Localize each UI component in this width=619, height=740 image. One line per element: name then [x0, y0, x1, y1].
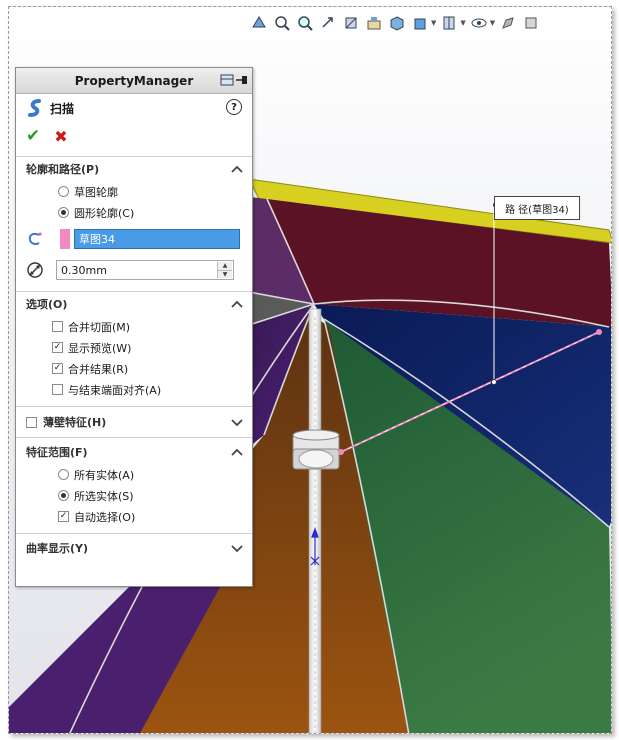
feature-header: 扫描 ?: [16, 94, 252, 122]
radio-button[interactable]: [58, 469, 69, 480]
thin-feature-section: 薄壁特征(H): [16, 406, 252, 437]
profile-path-section: 轮廓和路径(P) 草图轮廓 圆形轮廓(C) 草图34 0.30mm ▲ ▼: [16, 156, 252, 283]
zoom-area-icon[interactable]: [295, 13, 315, 33]
push-pin-icon[interactable]: [236, 73, 248, 87]
diameter-input[interactable]: 0.30mm ▲ ▼: [56, 260, 234, 280]
spin-down-icon[interactable]: ▼: [218, 269, 232, 278]
zoom-to-fit-icon[interactable]: [272, 13, 292, 33]
spin-up-icon[interactable]: ▲: [218, 262, 232, 270]
edit-appearance-icon[interactable]: [498, 13, 518, 33]
curvature-section: 曲率显示(Y): [16, 533, 252, 562]
hide-show-caret-icon[interactable]: ▼: [460, 19, 465, 27]
thin-feature-header[interactable]: 薄壁特征(H): [16, 407, 252, 437]
diameter-spinner[interactable]: ▲ ▼: [217, 262, 232, 278]
ok-button[interactable]: ✔: [26, 126, 40, 146]
cancel-button[interactable]: ✖: [54, 127, 67, 146]
radio-button[interactable]: [58, 186, 69, 197]
eye-icon[interactable]: [469, 13, 489, 33]
diameter-row: 0.30mm ▲ ▼: [16, 257, 252, 283]
heads-up-toolbar: ▼ ▼ ▼: [249, 11, 541, 35]
feature-scope-header[interactable]: 特征范围(F): [16, 440, 252, 464]
chevron-down-icon[interactable]: [230, 541, 244, 555]
checkbox-merge-result[interactable]: ✓ 合并结果(R): [16, 358, 252, 379]
hide-show-items-icon[interactable]: [439, 13, 459, 33]
sweep-feature-icon: [28, 99, 41, 117]
path-selection-row: 草图34: [16, 227, 252, 251]
checkbox[interactable]: [26, 416, 37, 428]
path-selection-box[interactable]: 草图34: [74, 229, 240, 249]
view-settings-icon[interactable]: [521, 13, 541, 33]
chevron-down-icon[interactable]: [230, 415, 244, 429]
profile-path-header[interactable]: 轮廓和路径(P): [16, 157, 252, 181]
radio-button-selected[interactable]: [58, 490, 69, 501]
radio-circular-profile[interactable]: 圆形轮廓(C): [16, 202, 252, 223]
curvature-header[interactable]: 曲率显示(Y): [16, 534, 252, 562]
graphics-window[interactable]: ▼ ▼ ▼ 路 径(草图34) PropertyManager 扫描 ? ✔ ✖…: [8, 6, 612, 734]
radio-button-selected[interactable]: [58, 207, 69, 218]
chevron-up-icon[interactable]: [230, 445, 244, 459]
pin-icon[interactable]: [220, 73, 234, 87]
checkbox-checked[interactable]: ✓: [52, 363, 63, 374]
ok-cancel-row: ✔ ✖: [16, 122, 252, 150]
radio-sketch-profile[interactable]: 草图轮廓: [16, 181, 252, 202]
checkbox-show-preview[interactable]: ✓ 显示预览(W): [16, 337, 252, 358]
display-style-caret-icon[interactable]: ▼: [431, 19, 436, 27]
appearance-caret-icon[interactable]: ▼: [490, 19, 495, 27]
options-header[interactable]: 选项(O): [16, 292, 252, 316]
pole-collar: [292, 429, 340, 470]
checkbox-merge-tangent[interactable]: 合并切面(M): [16, 316, 252, 337]
radio-selected-bodies[interactable]: 所选实体(S): [16, 485, 252, 506]
pin-controls[interactable]: [220, 73, 248, 87]
path-icon: [28, 232, 42, 245]
diameter-icon: [27, 262, 43, 278]
previous-view-icon[interactable]: [318, 13, 338, 33]
checkbox-align-end-faces[interactable]: 与结束端面对齐(A): [16, 379, 252, 400]
panel-title: PropertyManager: [74, 73, 194, 88]
checkbox[interactable]: [52, 384, 63, 395]
property-manager-title-bar: PropertyManager: [16, 68, 252, 94]
path-callout[interactable]: 路 径(草图34): [494, 196, 580, 220]
checkbox-auto-select[interactable]: ✓ 自动选择(O): [16, 506, 252, 527]
chevron-up-icon[interactable]: [230, 162, 244, 176]
options-section: 选项(O) 合并切面(M) ✓ 显示预览(W) ✓ 合并结果(R) 与结束端面对…: [16, 291, 252, 400]
radio-all-bodies[interactable]: 所有实体(A): [16, 464, 252, 485]
view-orientation-icon[interactable]: [249, 13, 269, 33]
checkbox-checked[interactable]: ✓: [58, 511, 69, 522]
path-callout-label: 路 径(草图34): [505, 204, 569, 216]
view-orientation-cube-icon[interactable]: [387, 13, 407, 33]
display-style-icon[interactable]: [410, 13, 430, 33]
checkbox[interactable]: [52, 321, 63, 332]
property-manager-panel: PropertyManager 扫描 ? ✔ ✖ 轮廓和路径(P) 草图轮廓 圆…: [15, 67, 253, 587]
section-view-icon[interactable]: [341, 13, 361, 33]
checkbox-checked[interactable]: ✓: [52, 342, 63, 353]
feature-scope-section: 特征范围(F) 所有实体(A) 所选实体(S) ✓ 自动选择(O): [16, 437, 252, 527]
selection-color-swatch: [60, 229, 70, 249]
feature-name: 扫描: [50, 101, 75, 116]
chevron-up-icon[interactable]: [230, 297, 244, 311]
dynamic-annotation-icon[interactable]: [364, 13, 384, 33]
help-icon[interactable]: ?: [226, 99, 242, 115]
